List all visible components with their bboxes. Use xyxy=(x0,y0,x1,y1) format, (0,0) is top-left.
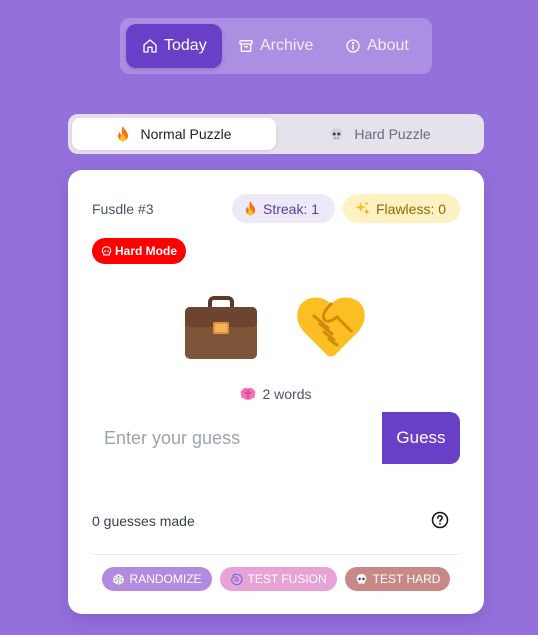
test-hard-button[interactable]: TEST HARD xyxy=(344,567,451,591)
puzzle-card: Fusdle #3 Streak: 1 Flawless: 0 Hard Mod… xyxy=(68,170,484,614)
nav-about-tab[interactable]: About xyxy=(345,24,409,68)
help-icon[interactable] xyxy=(431,511,449,529)
cyclone-icon xyxy=(230,573,243,585)
puzzle-mode-switch: Normal Puzzle Hard Puzzle xyxy=(68,114,484,154)
fire-icon xyxy=(118,126,129,142)
sparkles-icon xyxy=(355,201,370,215)
skull-icon xyxy=(101,245,112,255)
skull-icon xyxy=(356,573,367,584)
hard-puzzle-label: Hard Puzzle xyxy=(354,126,431,142)
randomize-button[interactable]: RANDOMIZE xyxy=(101,567,212,591)
divider xyxy=(92,554,460,555)
word-count-label: 2 words xyxy=(262,386,312,402)
dice-icon xyxy=(112,573,124,585)
info-icon xyxy=(346,39,360,53)
hard-mode-badge: Hard Mode xyxy=(92,238,187,264)
guess-count: 0 guesses made xyxy=(92,513,195,529)
hard-mode-label: Hard Mode xyxy=(115,244,178,258)
nav-about-label: About xyxy=(367,37,409,54)
normal-puzzle-tab[interactable]: Normal Puzzle xyxy=(72,118,276,150)
streak-badge: Streak: 1 xyxy=(232,194,335,223)
home-icon xyxy=(143,39,157,53)
puzzle-number: Fusdle #3 xyxy=(92,201,154,217)
handshake-emoji xyxy=(297,297,365,357)
hard-puzzle-tab[interactable]: Hard Puzzle xyxy=(280,118,480,150)
nav-today-tab[interactable]: Today xyxy=(126,24,222,68)
top-nav: Today Archive About xyxy=(120,18,432,74)
nav-today-label: Today xyxy=(164,37,207,54)
debug-tools: RANDOMIZE TEST FUSION TEST HARD xyxy=(68,567,484,591)
flawless-badge: Flawless: 0 xyxy=(343,194,460,223)
word-count-hint: 2 words xyxy=(68,386,484,402)
streak-label: Streak: 1 xyxy=(263,200,320,217)
emoji-clue xyxy=(68,294,484,362)
archive-icon xyxy=(239,40,253,52)
nav-archive-label: Archive xyxy=(260,37,314,54)
fire-icon xyxy=(245,201,256,216)
normal-puzzle-label: Normal Puzzle xyxy=(140,126,232,142)
guess-form: Guess xyxy=(92,412,460,464)
guess-input[interactable] xyxy=(92,412,382,464)
randomize-label: RANDOMIZE xyxy=(129,572,202,586)
briefcase-emoji xyxy=(185,296,257,359)
flawless-label: Flawless: 0 xyxy=(376,200,447,217)
test-hard-label: TEST HARD xyxy=(372,572,441,586)
skull-icon xyxy=(331,127,343,139)
test-fusion-label: TEST FUSION xyxy=(247,572,327,586)
test-fusion-button[interactable]: TEST FUSION xyxy=(219,567,337,591)
brain-icon xyxy=(241,387,256,400)
nav-archive-tab[interactable]: Archive xyxy=(238,24,313,68)
guess-button[interactable]: Guess xyxy=(382,412,460,464)
